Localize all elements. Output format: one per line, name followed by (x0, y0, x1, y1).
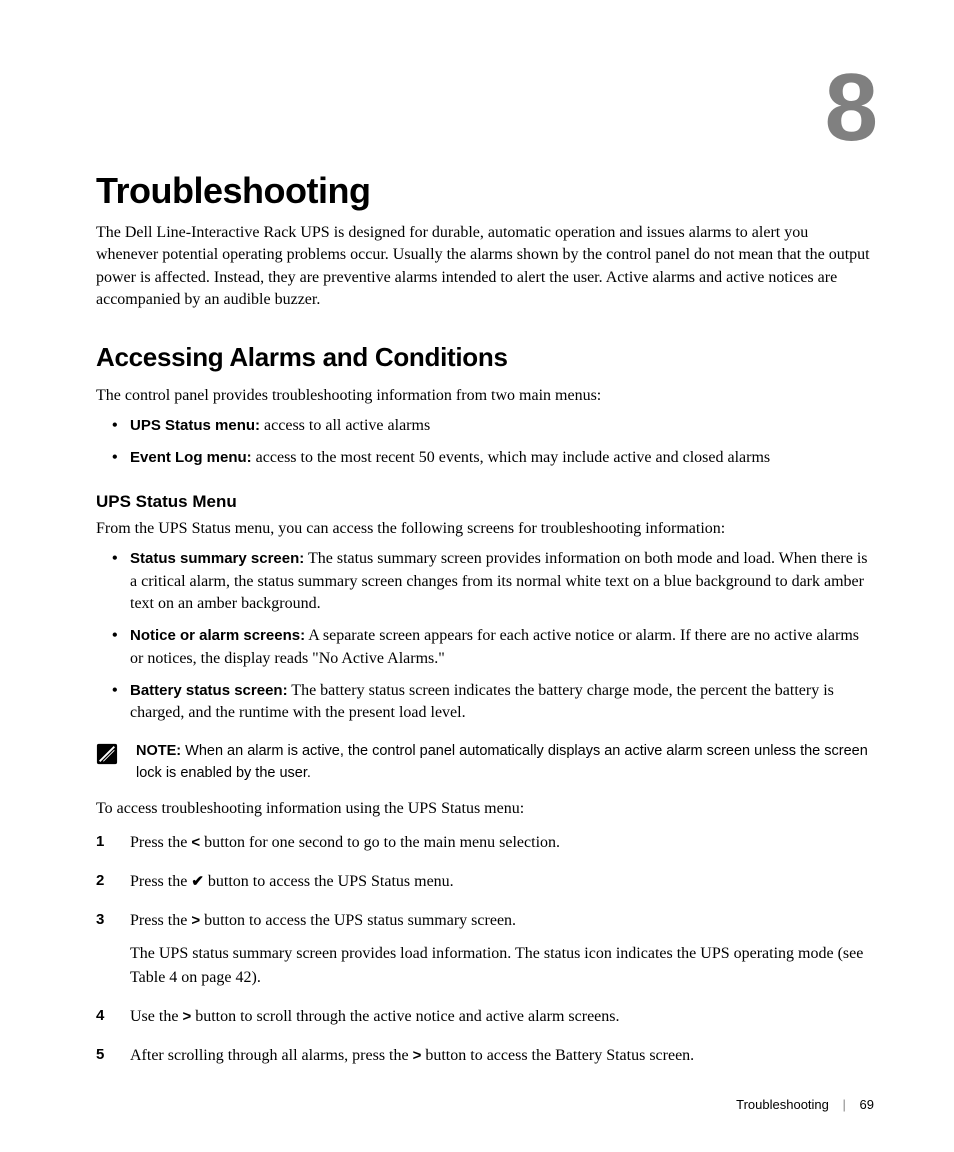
step-text-b: button to access the UPS status summary … (200, 912, 516, 929)
bullet-label: Event Log menu: (130, 449, 252, 466)
note-icon (96, 743, 118, 765)
step-text-b: button to access the Battery Status scre… (421, 1047, 694, 1064)
check-icon: ✔ (191, 871, 204, 893)
note-label: NOTE: (136, 743, 181, 759)
bullet-label: Notice or alarm screens: (130, 627, 305, 644)
section-title: Accessing Alarms and Conditions (96, 342, 874, 373)
step-item: Press the ✔ button to access the UPS Sta… (96, 870, 874, 893)
subsection-intro: From the UPS Status menu, you can access… (96, 518, 874, 540)
footer-section: Troubleshooting (736, 1097, 829, 1112)
note-block: NOTE: When an alarm is active, the contr… (96, 741, 874, 785)
step-text-b: button to access the UPS Status menu. (204, 873, 454, 890)
bullet-label: Battery status screen: (130, 682, 288, 699)
right-arrow-icon: > (191, 910, 200, 932)
steps-intro: To access troubleshooting information us… (96, 798, 874, 820)
footer-page-number: 69 (860, 1097, 874, 1112)
list-item: Event Log menu: access to the most recen… (130, 447, 874, 469)
document-page: 8 Troubleshooting The Dell Line-Interact… (0, 0, 954, 1152)
section-intro: The control panel provides troubleshooti… (96, 385, 874, 407)
step-text-b: button for one second to go to the main … (200, 834, 560, 851)
subsection-title: UPS Status Menu (96, 492, 874, 512)
right-arrow-icon: > (182, 1006, 191, 1028)
bullet-label: UPS Status menu: (130, 417, 260, 434)
note-text: NOTE: When an alarm is active, the contr… (136, 741, 874, 785)
step-text-b: button to scroll through the active noti… (191, 1008, 619, 1025)
step-text-a: Press the (130, 873, 191, 890)
page-footer: Troubleshooting | 69 (96, 1097, 874, 1112)
steps-list: Press the < button for one second to go … (96, 831, 874, 1067)
bullet-text: access to all active alarms (260, 417, 430, 434)
bullet-label: Status summary screen: (130, 550, 304, 567)
list-item: Status summary screen: The status summar… (130, 548, 874, 615)
chapter-intro: The Dell Line-Interactive Rack UPS is de… (96, 222, 874, 312)
left-arrow-icon: < (191, 832, 200, 854)
footer-separator: | (843, 1097, 846, 1112)
chapter-title: Troubleshooting (96, 170, 874, 212)
step-item: Press the > button to access the UPS sta… (96, 909, 874, 989)
step-text-a: Press the (130, 834, 191, 851)
section-bullets: UPS Status menu: access to all active al… (96, 415, 874, 470)
step-item: Press the < button for one second to go … (96, 831, 874, 854)
list-item: UPS Status menu: access to all active al… (130, 415, 874, 437)
step-text-a: After scrolling through all alarms, pres… (130, 1047, 413, 1064)
step-text-a: Use the (130, 1008, 182, 1025)
step-subtext: The UPS status summary screen provides l… (130, 942, 874, 988)
subsection-bullets: Status summary screen: The status summar… (96, 548, 874, 725)
bullet-text: access to the most recent 50 events, whi… (252, 449, 770, 466)
step-item: After scrolling through all alarms, pres… (96, 1044, 874, 1067)
note-body: When an alarm is active, the control pan… (136, 743, 868, 781)
step-text-a: Press the (130, 912, 191, 929)
list-item: Notice or alarm screens: A separate scre… (130, 625, 874, 670)
chapter-number: 8 (96, 60, 874, 156)
list-item: Battery status screen: The battery statu… (130, 680, 874, 725)
step-item: Use the > button to scroll through the a… (96, 1005, 874, 1028)
